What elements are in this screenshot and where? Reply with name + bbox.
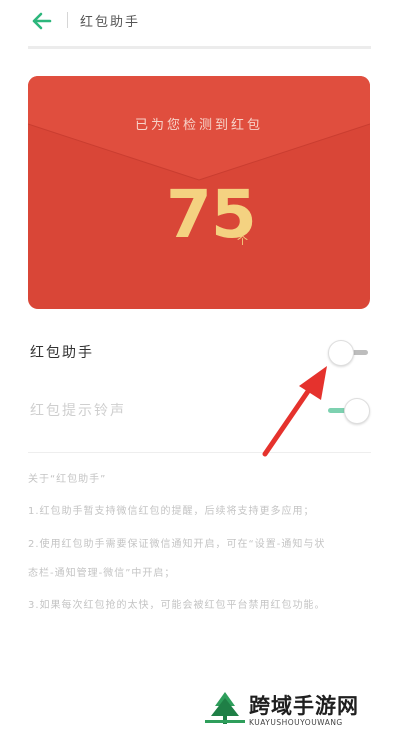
header-divider-line bbox=[28, 46, 371, 49]
watermark-title: 跨域手游网 bbox=[249, 694, 359, 718]
setting-label-red-packet-assistant: 红包助手 bbox=[30, 345, 94, 361]
setting-label-notification-sound: 红包提示铃声 bbox=[30, 403, 126, 419]
envelope-count-unit: 个 bbox=[237, 234, 248, 247]
about-line-2-cont: 态栏-通知管理-微信”中开启； bbox=[28, 568, 176, 579]
watermark-subtitle: KUAYUSHOUYOUWANG bbox=[249, 718, 343, 727]
page-title: 红包助手 bbox=[80, 15, 141, 30]
tree-logo-icon bbox=[205, 692, 245, 724]
site-watermark: 跨域手游网 KUAYUSHOUYOUWANG bbox=[205, 688, 395, 733]
toggle-knob bbox=[344, 398, 370, 424]
red-envelope-card: 已为您检测到红包 75 个 bbox=[28, 76, 370, 309]
about-title: 关于“红包助手” bbox=[28, 474, 107, 485]
header-divider bbox=[67, 12, 68, 28]
envelope-caption: 已为您检测到红包 bbox=[134, 118, 263, 133]
red-arrow-icon bbox=[262, 366, 327, 457]
about-line-3: 3.如果每次红包抢的太快，可能会被红包平台禁用红包功能。 bbox=[28, 600, 326, 611]
app-header: 红包助手 bbox=[0, 0, 396, 44]
about-line-2: 2.使用红包助手需要保证微信通知开启，可在“设置-通知与状 bbox=[28, 539, 326, 550]
arrow-left-icon[interactable] bbox=[30, 10, 52, 32]
about-line-1: 1.红包助手暂支持微信红包的提醒，后续将支持更多应用； bbox=[28, 506, 315, 517]
